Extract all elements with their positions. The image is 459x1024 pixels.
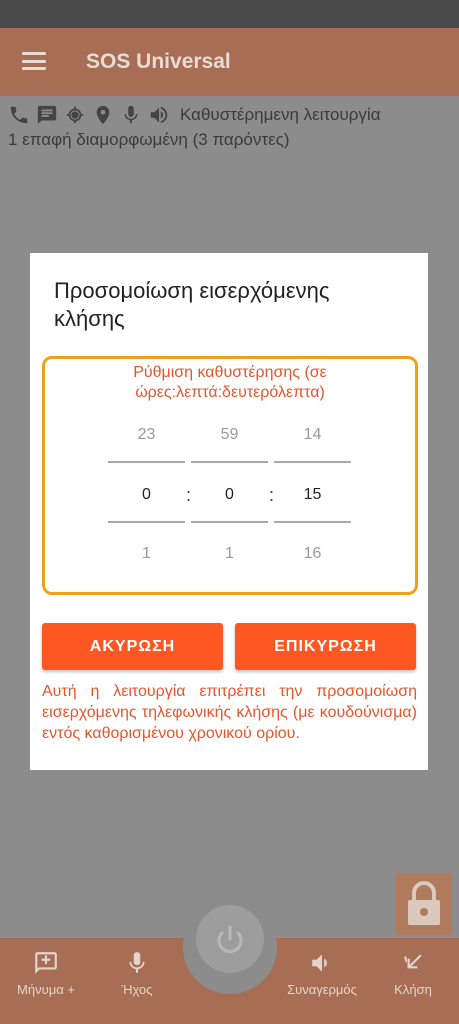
message-icon	[37, 105, 57, 125]
message-plus-icon	[35, 952, 57, 974]
minutes-divider-top	[191, 461, 268, 463]
minutes-prev-value[interactable]: 59	[191, 426, 268, 444]
hours-next-value[interactable]: 1	[108, 545, 185, 563]
minutes-next-value[interactable]: 1	[191, 545, 268, 563]
nav-message-plus-label: Μήνυμα +	[17, 982, 75, 997]
seconds-divider-bottom	[274, 521, 351, 523]
app-title: SOS Universal	[86, 50, 231, 73]
power-button[interactable]	[196, 905, 264, 973]
delay-label: Ρύθμιση καθυστέρησης (σε ώρες:λεπτά:δευτ…	[133, 364, 327, 401]
nav-audio[interactable]: Ήχος	[92, 950, 182, 997]
seconds-prev-value[interactable]: 14	[274, 426, 351, 444]
mode-status-text: Καθυστέρημενη λειτουργία	[180, 105, 381, 124]
lock-icon	[408, 881, 440, 925]
minutes-divider-bottom	[191, 521, 268, 523]
status-icons-row: Καθυστέρημενη λειτουργία	[8, 104, 381, 126]
nav-alarm-label: Συναγερμός	[287, 982, 357, 997]
seconds-divider-top	[274, 461, 351, 463]
lock-button[interactable]	[396, 873, 452, 935]
location-pin-icon	[96, 105, 110, 125]
contacts-status-text: 1 επαφή διαμορφωμένη (3 παρόντες)	[8, 130, 290, 149]
dialog-title: Προσομοίωση εισερχόμενης κλήσης	[54, 278, 330, 331]
dialog-note: Αυτή η λειτουργία επιτρέπει την προσομοί…	[42, 683, 417, 742]
volume-icon	[312, 954, 327, 972]
seconds-current-value[interactable]: 15	[274, 486, 351, 504]
volume-icon	[150, 106, 168, 124]
app-bar: SOS Universal	[0, 28, 459, 96]
seconds-next-value[interactable]: 16	[274, 545, 351, 563]
hours-divider-bottom	[108, 521, 185, 523]
nav-alarm[interactable]: Συναγερμός	[277, 950, 367, 997]
phone-icon	[10, 106, 28, 124]
nav-audio-label: Ήχος	[121, 982, 153, 997]
mic-icon	[124, 105, 138, 124]
simulate-call-dialog: Προσομοίωση εισερχόμενης κλήσης Ρύθμιση …	[30, 253, 428, 770]
hamburger-menu-icon[interactable]	[22, 52, 46, 70]
gps-icon	[66, 106, 84, 124]
nav-call-label: Κλήση	[394, 982, 432, 997]
delay-picker-box: Ρύθμιση καθυστέρησης (σε ώρες:λεπτά:δευτ…	[42, 356, 418, 595]
hours-divider-top	[108, 461, 185, 463]
confirm-button[interactable]: ΕΠΙΚΥΡΩΣΗ	[235, 623, 416, 670]
minutes-current-value[interactable]: 0	[191, 486, 268, 504]
hours-prev-value[interactable]: 23	[108, 426, 185, 444]
nav-call[interactable]: Κλήση	[368, 950, 458, 997]
mic-icon	[129, 952, 145, 973]
hours-current-value[interactable]: 0	[108, 486, 185, 504]
power-icon	[217, 925, 243, 953]
call-received-icon	[404, 954, 422, 969]
system-status-bar	[0, 0, 459, 28]
cancel-button[interactable]: ΑΚΥΡΩΣΗ	[42, 623, 223, 670]
nav-message-plus[interactable]: Μήνυμα +	[1, 950, 91, 997]
